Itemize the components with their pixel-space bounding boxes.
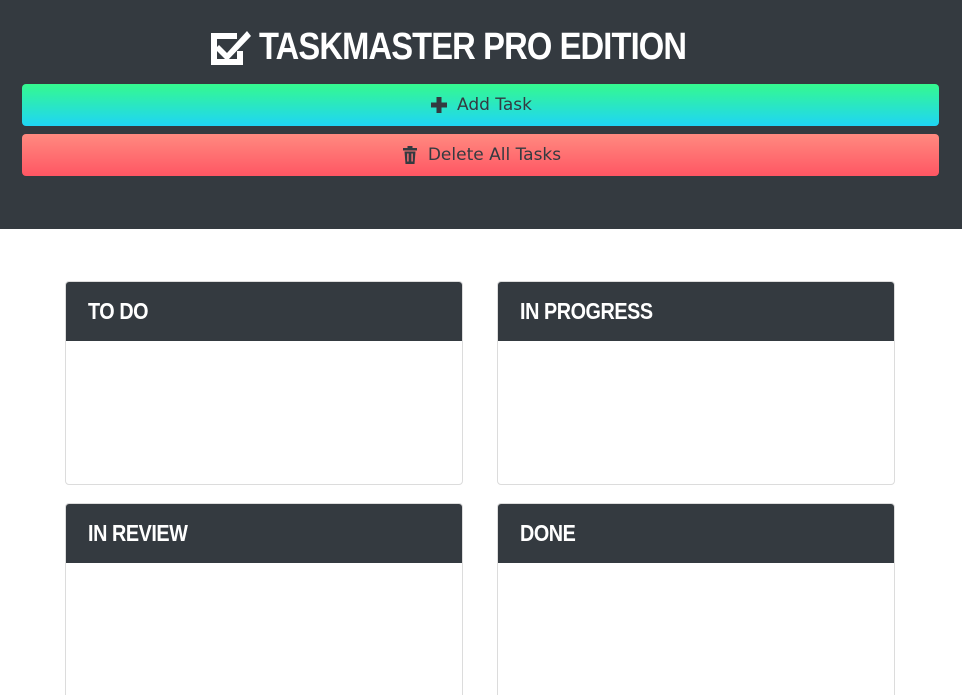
trash-icon — [400, 145, 420, 165]
column-header: DONE — [498, 504, 894, 563]
add-task-button[interactable]: Add Task — [22, 84, 939, 126]
column-title: TO DO — [88, 298, 149, 324]
app-header: TASKMASTER PRO EDITION Add Task Delete A… — [0, 0, 962, 229]
column-title: IN REVIEW — [88, 520, 188, 546]
column-in-progress: IN PROGRESS — [497, 281, 895, 485]
delete-all-tasks-label: Delete All Tasks — [427, 145, 562, 165]
checkbox-checked-icon — [207, 25, 251, 69]
column-done: DONE — [497, 503, 895, 695]
task-board: TO DO IN PROGRESS IN REVIEW DONE — [0, 229, 962, 695]
plus-icon — [429, 95, 449, 115]
column-header: IN REVIEW — [66, 504, 462, 563]
column-header: IN PROGRESS — [498, 282, 894, 341]
column-todo: TO DO — [65, 281, 463, 485]
app-title: TASKMASTER PRO EDITION — [258, 25, 687, 68]
column-title: DONE — [520, 520, 576, 546]
delete-all-tasks-button[interactable]: Delete All Tasks — [22, 134, 939, 176]
title-row: TASKMASTER PRO EDITION — [0, 22, 962, 72]
column-title: IN PROGRESS — [520, 298, 653, 324]
column-in-review: IN REVIEW — [65, 503, 463, 695]
column-header: TO DO — [66, 282, 462, 341]
add-task-label: Add Task — [456, 95, 532, 115]
